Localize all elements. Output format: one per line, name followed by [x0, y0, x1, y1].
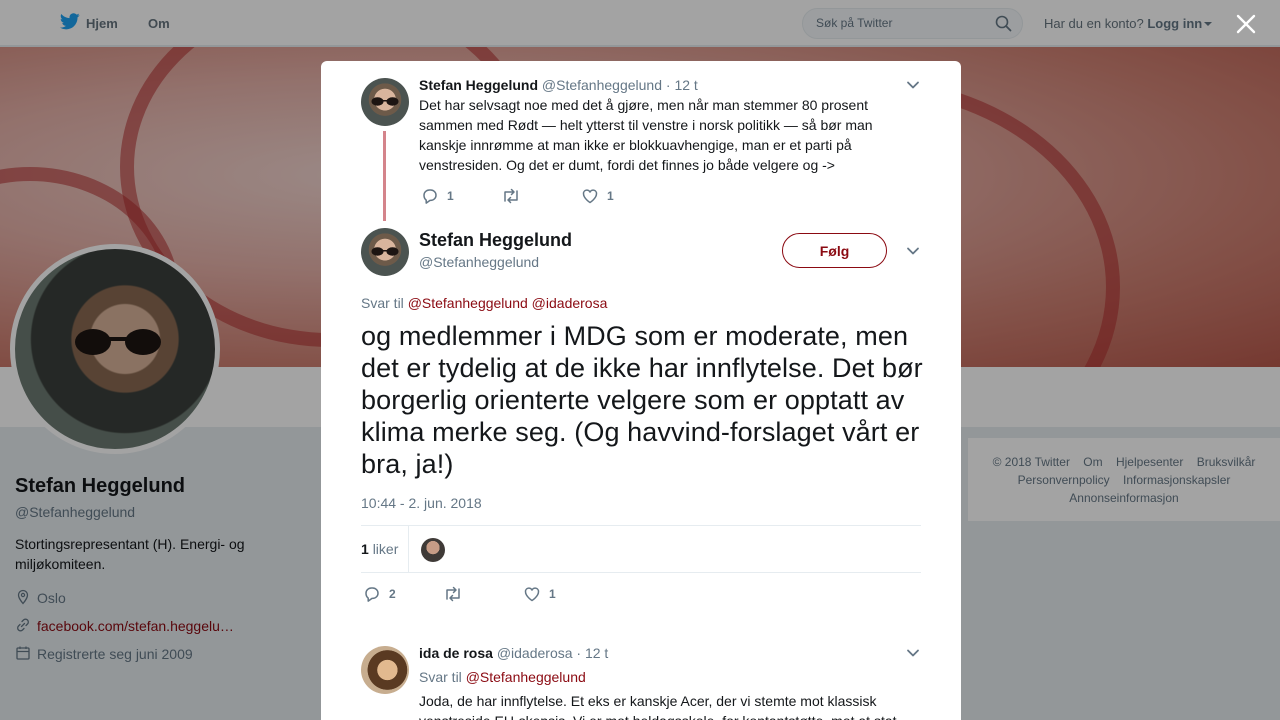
reply-prefix: Svar til	[361, 295, 404, 311]
main-tweet-menu-chevron-icon[interactable]	[906, 244, 920, 258]
parent-retweet-button[interactable]	[501, 187, 581, 205]
reply-mention-link[interactable]: @Stefanheggelund	[408, 295, 528, 311]
main-tweet-actions: 2 1	[363, 585, 556, 603]
main-reply-button[interactable]: 2	[363, 585, 443, 603]
reply-tweet-menu-chevron-icon[interactable]	[906, 646, 920, 660]
sunglasses-icon	[371, 247, 399, 256]
likes-summary-label: liker	[372, 541, 399, 557]
likes-summary[interactable]: 1 liker	[361, 541, 398, 557]
liker-avatar[interactable]	[421, 538, 445, 562]
heart-icon	[582, 189, 598, 204]
main-tweet-author-handle[interactable]: @Stefanheggelund	[419, 254, 539, 270]
parent-tweet-time[interactable]: · 12 t	[666, 77, 698, 93]
main-tweet-reply-context: Svar til @Stefanheggelund @idaderosa	[361, 295, 607, 311]
reply-tweet-avatar[interactable]	[361, 646, 409, 694]
main-tweet-avatar[interactable]	[361, 228, 409, 276]
parent-like-count: 1	[607, 189, 614, 203]
parent-tweet-actions: 1 1	[421, 187, 614, 205]
parent-tweet-author-handle[interactable]: @Stefanheggelund	[542, 77, 662, 93]
parent-reply-button[interactable]: 1	[421, 187, 501, 205]
reply-mention-link[interactable]: @idaderosa	[532, 295, 608, 311]
parent-like-button[interactable]: 1	[581, 187, 614, 205]
reply-tweet-header: ida de rosa @idaderosa · 12 t	[419, 645, 608, 661]
main-tweet-text: og medlemmer i MDG som er moderate, men …	[361, 321, 923, 479]
main-tweet-author-name[interactable]: Stefan Heggelund	[419, 230, 572, 251]
tweet-permalink-modal: Stefan Heggelund @Stefanheggelund · 12 t…	[321, 61, 961, 720]
parent-reply-count: 1	[447, 189, 454, 203]
reply-tweet-mention-link[interactable]: @Stefanheggelund	[466, 669, 586, 685]
parent-tweet-author-name[interactable]: Stefan Heggelund	[419, 77, 538, 93]
main-tweet-timestamp[interactable]: 10:44 - 2. jun. 2018	[361, 495, 482, 511]
parent-tweet-menu-chevron-icon[interactable]	[906, 78, 920, 92]
sunglasses-icon	[371, 97, 399, 106]
likes-summary-count: 1	[361, 541, 369, 557]
stats-divider	[408, 526, 409, 573]
reply-icon	[423, 189, 437, 204]
main-like-button[interactable]: 1	[523, 585, 556, 603]
reply-tweet-text: Joda, de har innflytelse. Et eks er kans…	[419, 693, 897, 720]
retweet-icon	[504, 188, 518, 204]
parent-tweet-avatar[interactable]	[361, 78, 409, 126]
retweet-icon	[446, 586, 460, 602]
parent-tweet-text: Det har selvsagt noe med det å gjøre, me…	[419, 97, 873, 173]
reply-icon	[365, 587, 379, 602]
main-tweet-stats: 1 liker	[361, 525, 921, 573]
heart-icon	[524, 587, 540, 602]
follow-button[interactable]: Følg	[782, 233, 887, 268]
main-retweet-button[interactable]	[443, 585, 523, 603]
reply-tweet-prefix: Svar til	[419, 669, 462, 685]
reply-tweet-time[interactable]: · 12 t	[576, 645, 608, 661]
close-icon[interactable]	[1234, 12, 1258, 36]
parent-tweet-header: Stefan Heggelund @Stefanheggelund · 12 t	[419, 77, 698, 93]
reply-tweet-author-handle[interactable]: @idaderosa	[497, 645, 573, 661]
reply-tweet-author-name[interactable]: ida de rosa	[419, 645, 493, 661]
thread-connector-line	[383, 131, 386, 221]
main-reply-count: 2	[389, 587, 396, 601]
main-like-count: 1	[549, 587, 556, 601]
reply-tweet-context: Svar til @Stefanheggelund	[419, 667, 899, 687]
